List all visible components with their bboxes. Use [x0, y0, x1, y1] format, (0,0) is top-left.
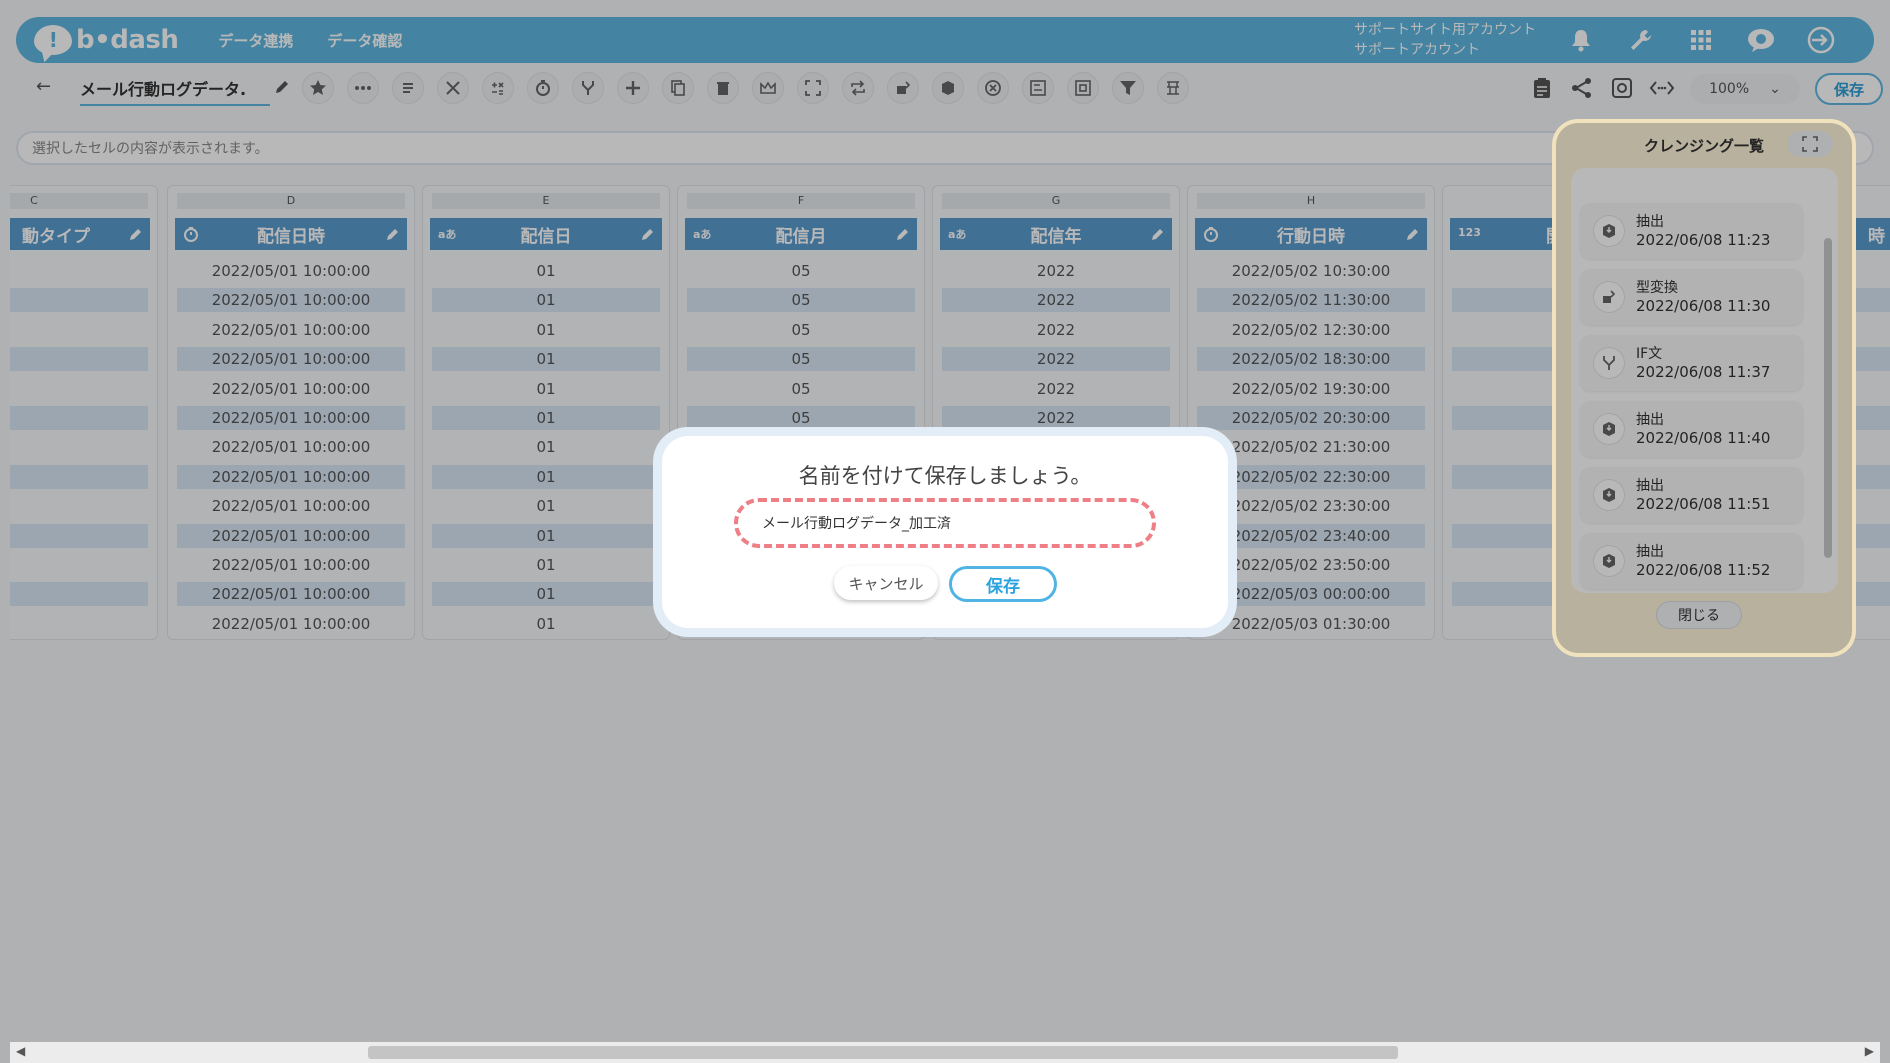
fullscreen-icon[interactable] — [1787, 131, 1833, 157]
step-time: 2022/06/08 11:51 — [1636, 495, 1771, 513]
cleansing-step[interactable]: 型変換 2022/06/08 11:30 — [1580, 269, 1803, 325]
panel-title: クレンジング一覧 — [1644, 137, 1765, 155]
step-name: 型変換 — [1636, 280, 1678, 296]
extract-icon — [1594, 480, 1624, 510]
dialog-title: 名前を付けて保存しましょう。 — [798, 464, 1092, 488]
cancel-button[interactable]: キャンセル — [834, 566, 938, 600]
panel-scrollbar[interactable] — [1822, 188, 1832, 583]
dataset-name-input[interactable] — [734, 498, 1156, 548]
step-name: 抽出 — [1636, 214, 1664, 230]
step-name: IF文 — [1636, 346, 1663, 362]
scroll-right-icon[interactable]: ▶ — [1865, 1044, 1874, 1058]
step-time: 2022/06/08 11:40 — [1636, 429, 1771, 447]
panel-scroll-thumb[interactable] — [1824, 238, 1832, 558]
cleansing-step[interactable]: 抽出 2022/06/08 11:52 — [1580, 533, 1803, 589]
cleansing-step[interactable]: 抽出 2022/06/08 11:51 — [1580, 467, 1803, 523]
step-time: 2022/06/08 11:37 — [1636, 363, 1771, 381]
cleansing-list-panel: クレンジング一覧 抽出 2022/06/08 11:23 型変換 2022/06/08… — [1556, 123, 1852, 653]
step-time: 2022/06/08 11:23 — [1636, 231, 1771, 249]
scroll-left-icon[interactable]: ◀ — [16, 1044, 25, 1058]
horizontal-scroll-thumb[interactable] — [368, 1046, 1398, 1059]
step-name: 抽出 — [1636, 544, 1664, 560]
type-convert-icon — [1594, 282, 1624, 312]
horizontal-scrollbar[interactable]: ◀ ▶ — [10, 1042, 1880, 1063]
cleansing-step[interactable]: IF文 2022/06/08 11:37 — [1580, 335, 1803, 391]
dialog-save-button[interactable]: 保存 — [949, 566, 1057, 602]
branch-icon — [1594, 348, 1624, 378]
extract-icon — [1594, 546, 1624, 576]
extract-icon — [1594, 216, 1624, 246]
save-name-dialog: 名前を付けて保存しましょう。 キャンセル 保存 — [662, 436, 1228, 628]
step-time: 2022/06/08 11:30 — [1636, 297, 1771, 315]
step-name: 抽出 — [1636, 412, 1664, 428]
cleansing-step[interactable]: 抽出 2022/06/08 11:40 — [1580, 401, 1803, 457]
cleansing-step[interactable]: 抽出 2022/06/08 11:23 — [1580, 203, 1803, 259]
extract-icon — [1594, 414, 1624, 444]
step-name: 抽出 — [1636, 478, 1664, 494]
step-time: 2022/06/08 11:52 — [1636, 561, 1771, 579]
close-panel-button[interactable]: 閉じる — [1656, 601, 1742, 629]
